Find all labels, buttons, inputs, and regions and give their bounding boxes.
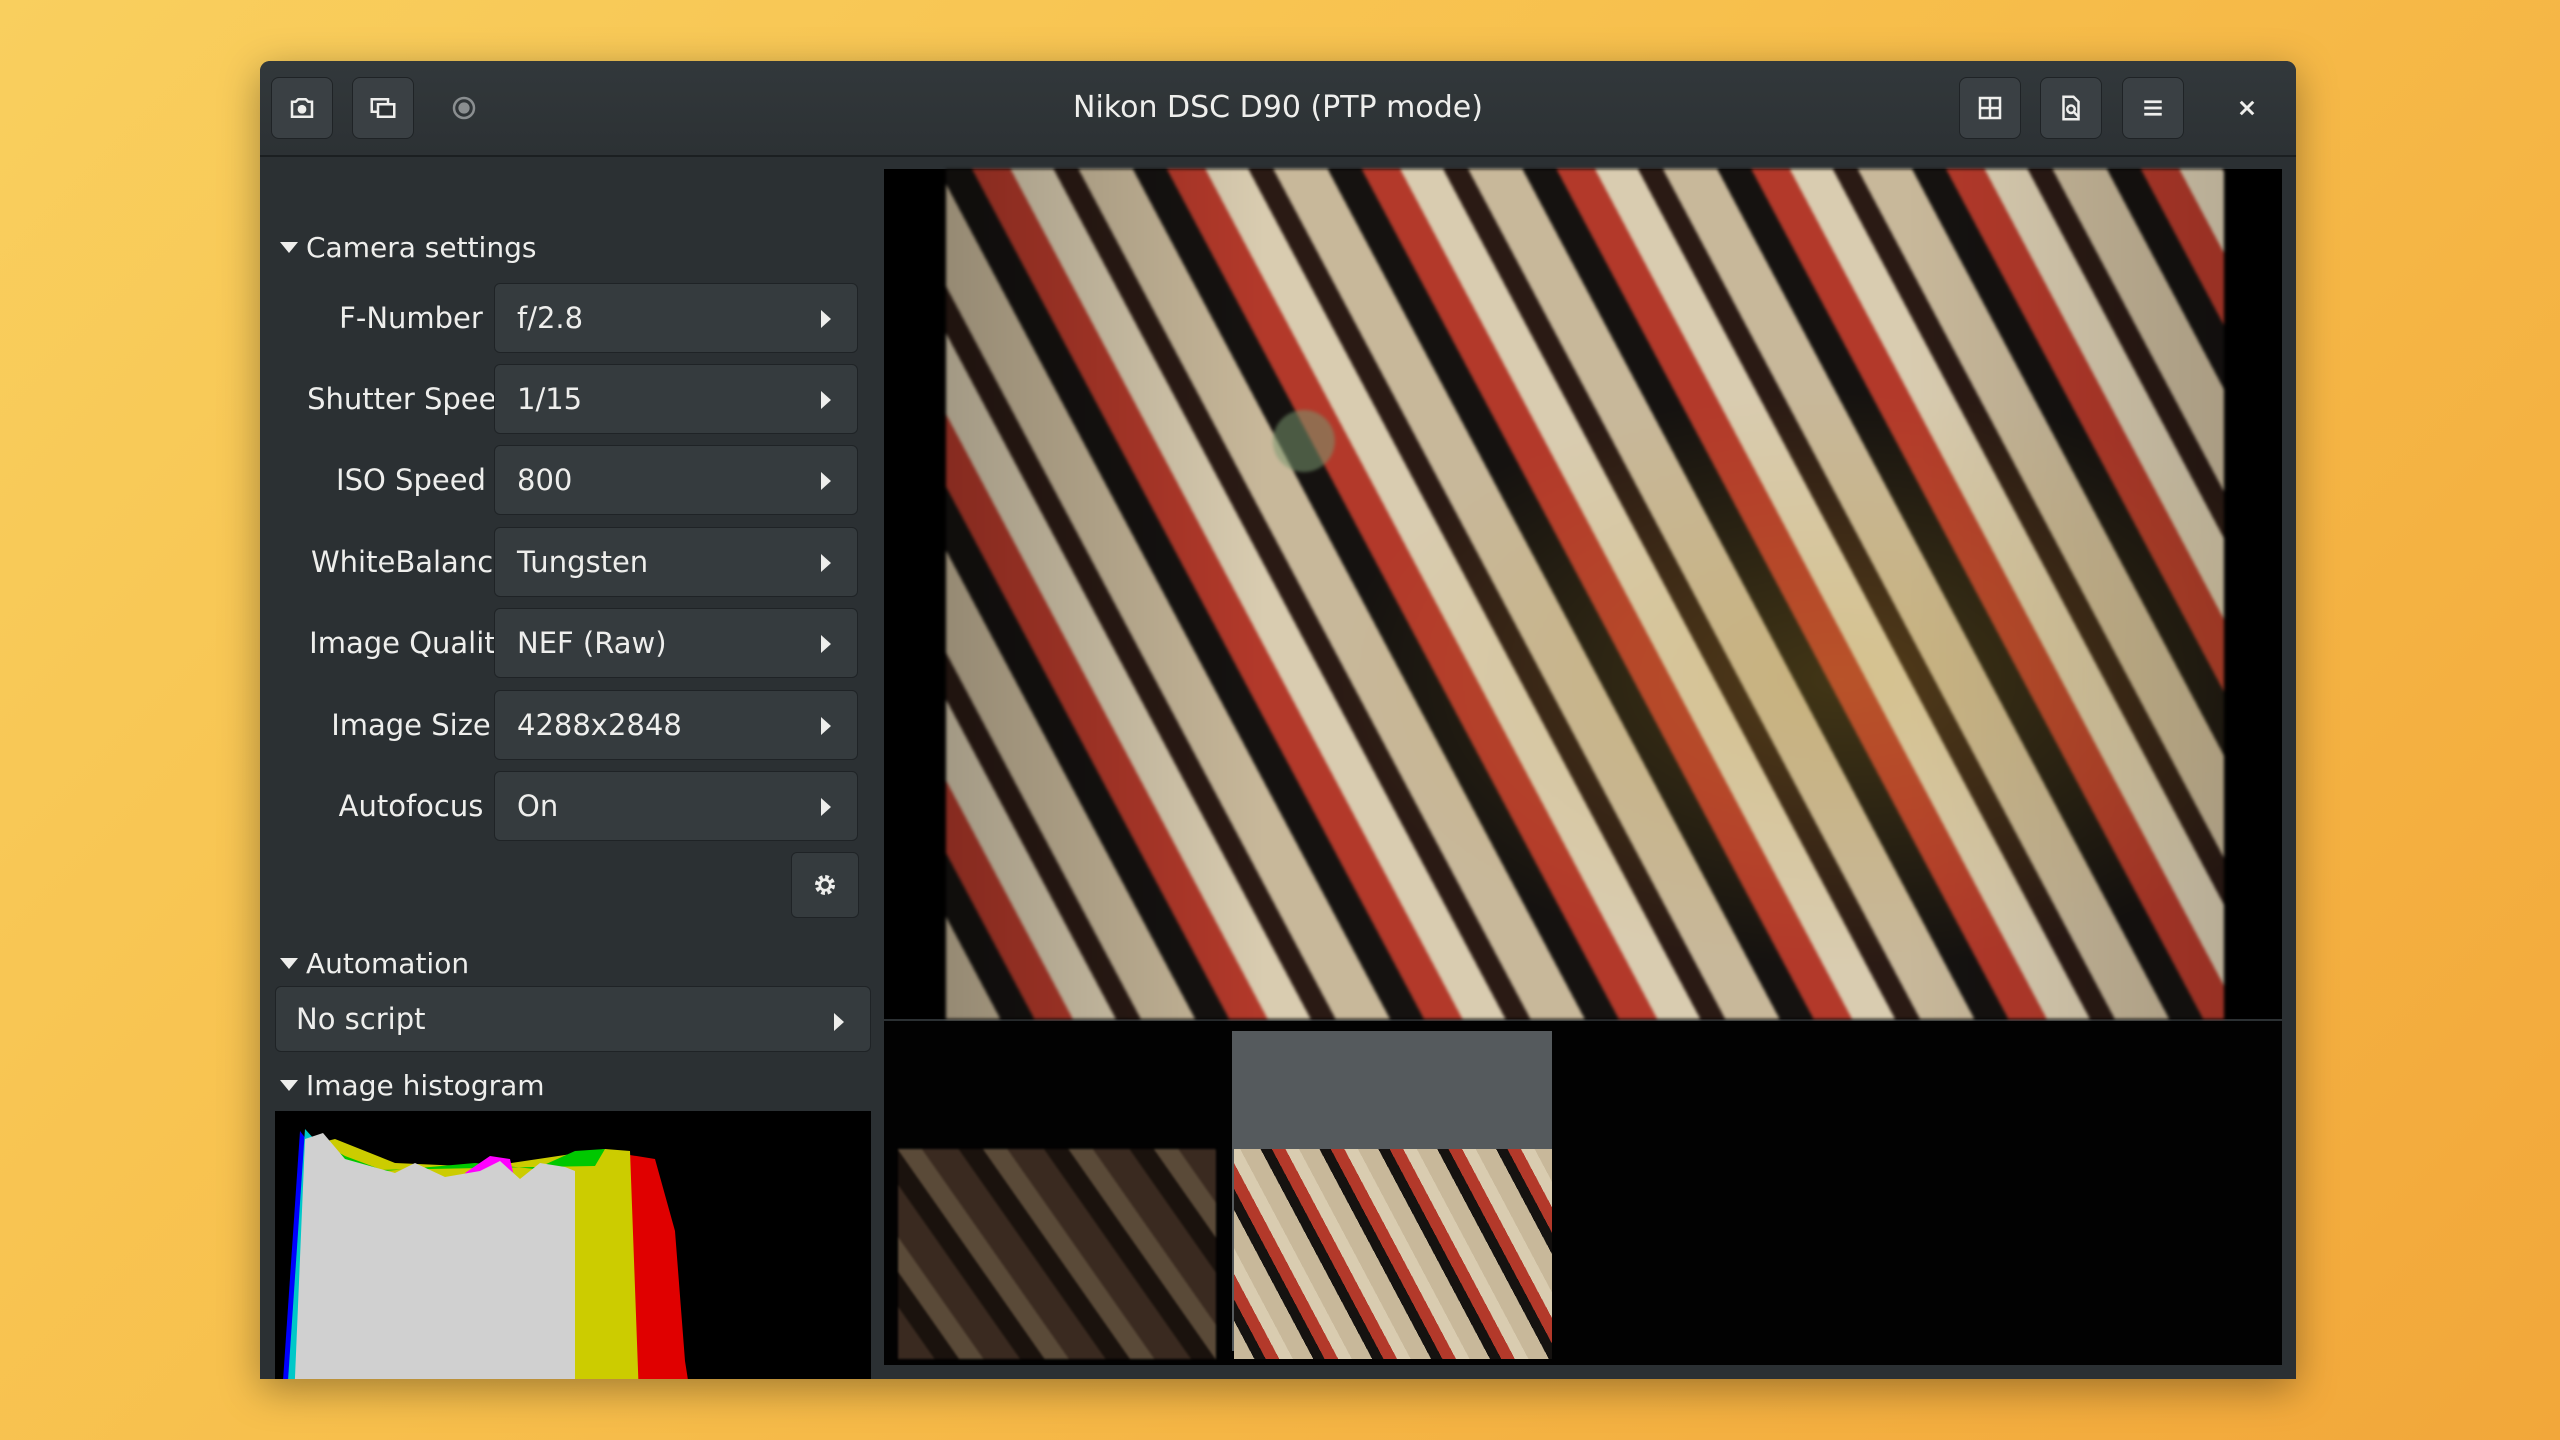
app-window: Nikon DSC D90 (PTP mode) Camera settings… bbox=[260, 61, 2296, 1379]
setting-row-image-size: Image Size 4288x2848 bbox=[260, 690, 880, 760]
switch-cameras-button[interactable] bbox=[352, 77, 414, 139]
gear-icon bbox=[815, 875, 835, 895]
main-menu-button[interactable] bbox=[2122, 77, 2184, 139]
shutter-speed-combo[interactable]: 1/15 bbox=[494, 364, 858, 434]
record-button[interactable] bbox=[433, 77, 495, 139]
setting-row-white-balance: WhiteBalance Tungsten bbox=[260, 527, 880, 597]
header-bar: Nikon DSC D90 (PTP mode) bbox=[260, 61, 2296, 157]
combo-value: NEF (Raw) bbox=[517, 626, 667, 660]
setting-row-iso-speed: ISO Speed 800 bbox=[260, 445, 880, 515]
inspect-image-button[interactable] bbox=[2040, 77, 2102, 139]
histogram-header: Image histogram bbox=[306, 1069, 545, 1102]
combo-value: f/2.8 bbox=[517, 301, 584, 335]
grid-icon bbox=[1978, 96, 2002, 120]
switch-cameras-icon bbox=[370, 98, 396, 118]
more-settings-button[interactable] bbox=[791, 852, 859, 918]
autofocus-combo[interactable]: On bbox=[494, 771, 858, 841]
combo-value: 1/15 bbox=[517, 382, 583, 416]
combo-value: On bbox=[517, 789, 559, 823]
expander-arrow-icon bbox=[280, 958, 298, 969]
record-icon bbox=[452, 96, 476, 120]
image-quality-combo[interactable]: NEF (Raw) bbox=[494, 608, 858, 678]
settings-sidebar: Camera settings F-Number f/2.8 Shutter S… bbox=[260, 157, 880, 1379]
submenu-arrow-icon bbox=[821, 391, 831, 409]
camera-icon bbox=[290, 98, 314, 118]
grid-view-button[interactable] bbox=[1959, 77, 2021, 139]
combo-value: 800 bbox=[517, 463, 573, 497]
setting-row-image-quality: Image Quality NEF (Raw) bbox=[260, 608, 880, 678]
thumbnail-strip bbox=[884, 1021, 2282, 1365]
setting-row-f-number: F-Number f/2.8 bbox=[260, 283, 880, 353]
histogram-expander[interactable]: Image histogram bbox=[280, 1069, 545, 1102]
capture-button[interactable] bbox=[271, 77, 333, 139]
submenu-arrow-icon bbox=[821, 635, 831, 653]
combo-value: Tungsten bbox=[517, 545, 649, 579]
iso-speed-combo[interactable]: 800 bbox=[494, 445, 858, 515]
automation-expander[interactable]: Automation bbox=[280, 947, 469, 980]
submenu-arrow-icon bbox=[821, 310, 831, 328]
image-histogram bbox=[275, 1111, 871, 1379]
thumbnail-item-selected[interactable] bbox=[1234, 1149, 1552, 1359]
setting-row-autofocus: Autofocus On bbox=[260, 771, 880, 841]
expander-arrow-icon bbox=[280, 1080, 298, 1091]
thumbnail-item[interactable] bbox=[898, 1149, 1216, 1359]
submenu-arrow-icon bbox=[834, 1013, 844, 1031]
preview-photo bbox=[946, 169, 2224, 1019]
close-icon bbox=[2239, 100, 2255, 116]
camera-settings-expander[interactable]: Camera settings bbox=[280, 231, 536, 264]
submenu-arrow-icon bbox=[821, 554, 831, 572]
automation-header: Automation bbox=[306, 947, 470, 980]
document-search-icon bbox=[2062, 95, 2080, 121]
f-number-combo[interactable]: f/2.8 bbox=[494, 283, 858, 353]
close-button[interactable] bbox=[2216, 77, 2278, 139]
combo-value: 4288x2848 bbox=[517, 708, 682, 742]
menu-icon bbox=[2144, 100, 2162, 116]
image-preview[interactable] bbox=[884, 169, 2282, 1019]
submenu-arrow-icon bbox=[821, 472, 831, 490]
expander-arrow-icon bbox=[280, 242, 298, 253]
submenu-arrow-icon bbox=[821, 798, 831, 816]
histogram-graph bbox=[283, 1129, 688, 1379]
image-size-combo[interactable]: 4288x2848 bbox=[494, 690, 858, 760]
submenu-arrow-icon bbox=[821, 717, 831, 735]
combo-value: No script bbox=[296, 1002, 426, 1036]
camera-settings-header: Camera settings bbox=[306, 231, 537, 264]
automation-script-combo[interactable]: No script bbox=[275, 986, 871, 1052]
white-balance-combo[interactable]: Tungsten bbox=[494, 527, 858, 597]
setting-row-shutter-speed: Shutter Speed 1/15 bbox=[260, 364, 880, 434]
